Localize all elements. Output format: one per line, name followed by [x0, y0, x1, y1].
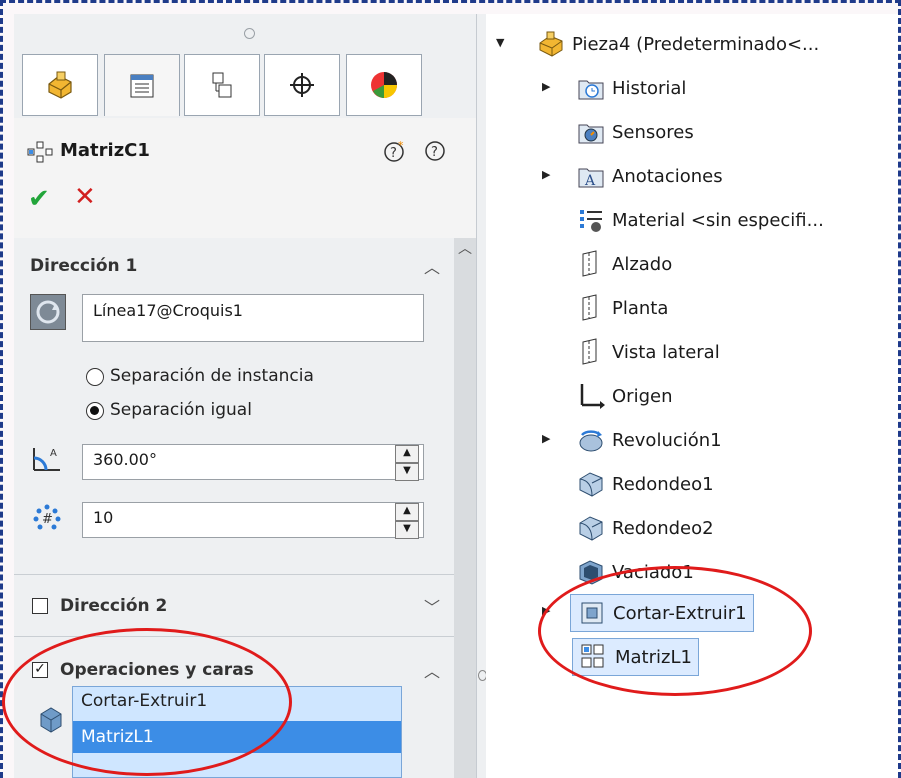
annotation-ellipse [538, 566, 812, 696]
annotation-ellipse [2, 628, 292, 776]
